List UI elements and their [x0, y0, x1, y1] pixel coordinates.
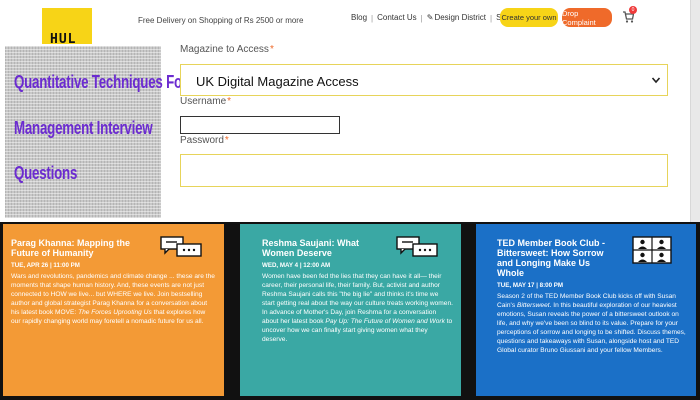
required-mark: *	[227, 96, 232, 107]
nav-design-district-link[interactable]: ✎Design District	[424, 12, 489, 24]
event-book-title: Pay Up: The Future of Women and Work	[325, 318, 445, 325]
site-header: HUL Free Delivery on Shopping of Rs 2500…	[0, 0, 700, 47]
username-label-text: Username	[180, 96, 227, 107]
event-title: Parag Khanna: Mapping the Future of Huma…	[11, 238, 131, 258]
event-book-title: The Forces Uprooting Us	[78, 309, 152, 316]
nav-blog-link[interactable]: Blog	[348, 12, 370, 24]
password-label: Password*	[180, 135, 229, 146]
drop-complaint-button[interactable]: Drop Complaint	[562, 8, 612, 27]
event-title: TED Member Book Club - Bittersweet: How …	[497, 238, 606, 278]
username-label: Username*	[180, 96, 231, 107]
promo-line: Questions	[14, 163, 78, 183]
page: HUL Free Delivery on Shopping of Rs 2500…	[0, 0, 700, 400]
pen-icon: ✎	[426, 13, 434, 22]
magazine-select[interactable]: UK Digital Magazine Access	[180, 64, 668, 96]
event-card-ted-book-club[interactable]: TED Member Book Club - Bittersweet: How …	[476, 224, 696, 396]
top-nav: Blog | Contact Us | ✎Design District | S…	[348, 12, 524, 24]
video-call-icon	[632, 236, 672, 264]
promo-line: Management Interview	[14, 118, 153, 138]
event-date: WED, MAY 4 | 12:00 AM	[262, 262, 331, 269]
logo-text: HUL	[50, 32, 77, 47]
magazine-label-text: Magazine to Access	[180, 44, 269, 55]
event-card-parag-khanna[interactable]: Parag Khanna: Mapping the Future of Huma…	[3, 224, 224, 396]
cart-count-badge: 0	[629, 6, 637, 14]
nav-design-district-label: Design District	[434, 13, 487, 22]
required-mark: *	[269, 44, 274, 55]
chat-bubbles-icon	[160, 236, 202, 257]
username-field[interactable]	[180, 116, 340, 134]
event-book-title: Bittersweet	[516, 302, 550, 309]
magazine-selected-value: UK Digital Magazine Access	[196, 74, 359, 89]
page-scroll-edge	[690, 0, 700, 230]
password-label-text: Password	[180, 135, 224, 146]
event-description: Women have been fed the lies that they c…	[262, 272, 453, 344]
promo-image: Quantitative Techniques For Management I…	[5, 46, 187, 218]
promo-line: Quantitative Techniques For	[14, 72, 187, 92]
free-delivery-notice: Free Delivery on Shopping of Rs 2500 or …	[138, 16, 304, 25]
event-title: Reshma Saujani: What Women Deserve	[262, 238, 360, 258]
event-date: TUE, MAY 17 | 8:00 PM	[497, 282, 564, 289]
password-field[interactable]	[180, 154, 668, 187]
event-description: Wars and revolutions, pandemics and clim…	[11, 272, 216, 326]
event-card-reshma-saujani[interactable]: Reshma Saujani: What Women Deserve WED, …	[240, 224, 461, 396]
required-mark: *	[224, 135, 229, 146]
event-description-text: . In this beautiful exploration of our h…	[497, 302, 686, 354]
chat-bubbles-icon	[396, 236, 438, 257]
event-description: Season 2 of the TED Member Book Club kic…	[497, 292, 688, 355]
nav-contact-link[interactable]: Contact Us	[374, 12, 420, 24]
create-your-own-button[interactable]: Create your own	[500, 8, 558, 27]
magazine-label: Magazine to Access*	[180, 44, 274, 55]
site-logo[interactable]: HUL	[42, 8, 92, 47]
event-date: TUE, APR 26 | 11:00 PM	[11, 262, 80, 269]
chevron-down-icon	[651, 77, 661, 84]
